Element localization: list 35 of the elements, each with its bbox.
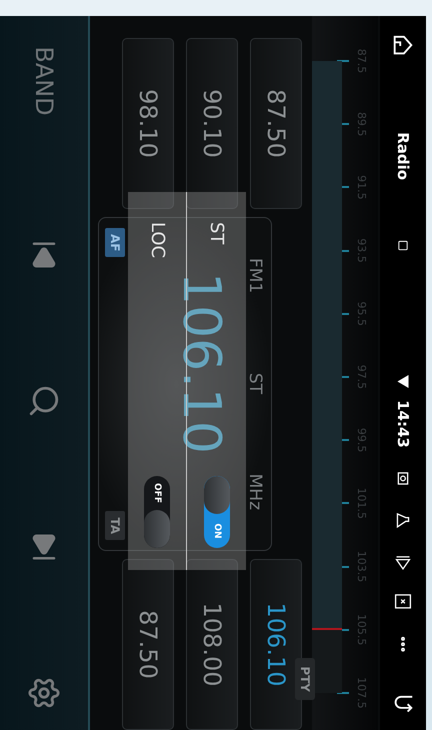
search-button[interactable] xyxy=(27,384,61,418)
play-icon[interactable] xyxy=(395,555,411,570)
back-icon[interactable] xyxy=(392,694,414,712)
status-tag[interactable]: TA xyxy=(105,511,125,540)
band-label: FM1 xyxy=(245,258,265,294)
frequency-readout: 106.10 xyxy=(175,272,227,454)
preset-button[interactable]: 90.10 xyxy=(186,38,238,209)
notification-icon xyxy=(397,240,409,252)
home-icon[interactable] xyxy=(391,34,415,56)
toggle-switch[interactable]: OFF xyxy=(144,476,170,548)
preset-button[interactable]: 98.10 xyxy=(122,38,174,209)
unit-label: MHz xyxy=(245,474,265,510)
stereo-label: ST xyxy=(245,372,265,394)
band-button[interactable]: BAND xyxy=(29,36,59,126)
status-tag[interactable]: AF xyxy=(105,228,125,258)
settings-button[interactable] xyxy=(27,676,61,710)
close-icon[interactable] xyxy=(394,594,412,609)
clock-time: 14:43 xyxy=(394,400,412,448)
scale-label: 105.5 xyxy=(355,614,368,646)
scale-label: 97.5 xyxy=(355,364,368,390)
setting-label: ST xyxy=(206,222,228,244)
preset-button[interactable]: 87.50 xyxy=(250,38,302,209)
preset-button[interactable]: 106.10 xyxy=(250,559,302,730)
scale-label: 93.5 xyxy=(355,238,368,263)
preset-button[interactable]: 108.00 xyxy=(186,559,238,730)
camera-icon xyxy=(396,472,410,485)
setting-label: LOC xyxy=(146,222,168,258)
scale-label: 101.5 xyxy=(355,488,368,520)
speaker-icon[interactable] xyxy=(396,512,410,530)
scale-label: 91.5 xyxy=(355,175,368,200)
toggle-switch[interactable]: ON xyxy=(204,476,230,548)
signal-icon xyxy=(397,375,409,388)
app-title: Radio xyxy=(394,132,412,180)
preset-button[interactable]: 87.50 xyxy=(122,559,174,730)
pty-tag[interactable]: PTY xyxy=(295,658,315,700)
